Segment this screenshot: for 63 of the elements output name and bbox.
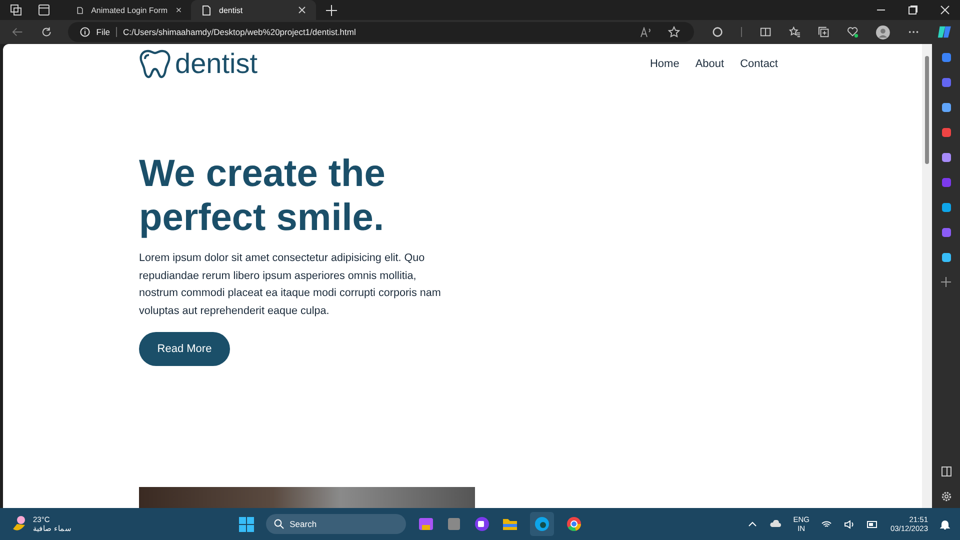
app-icon[interactable]: [446, 516, 462, 532]
url-text: C:/Users/shimaahamdy/Desktop/web%20project1/dentist.html: [122, 27, 356, 37]
sidebar-app-icon[interactable]: [940, 202, 952, 213]
scrollbar[interactable]: [922, 44, 932, 508]
tab-actions-icon[interactable]: [38, 4, 50, 16]
chat-app-icon[interactable]: [474, 516, 490, 532]
battery-icon[interactable]: [867, 520, 878, 528]
sidebar-app-icon[interactable]: [940, 127, 952, 138]
close-icon[interactable]: [176, 6, 181, 14]
read-aloud-icon[interactable]: [640, 26, 652, 38]
refresh-icon[interactable]: [41, 26, 52, 38]
collections-icon[interactable]: [818, 26, 829, 38]
sidebar-app-icon[interactable]: [940, 227, 952, 238]
close-icon[interactable]: [940, 5, 950, 15]
chrome-icon[interactable]: [566, 516, 582, 532]
tab-title: dentist: [219, 6, 244, 14]
nav-link[interactable]: Contact: [740, 58, 778, 70]
sidebar-app-icon[interactable]: [940, 102, 952, 113]
chevron-up-icon[interactable]: [748, 521, 758, 527]
split-screen-icon[interactable]: [760, 26, 771, 38]
copilot-icon[interactable]: [937, 24, 952, 40]
star-icon[interactable]: [668, 26, 680, 38]
sidebar-panel-icon[interactable]: [940, 466, 952, 477]
avatar-icon[interactable]: [876, 24, 890, 40]
app-icon[interactable]: [418, 516, 434, 532]
speaker-icon[interactable]: [844, 520, 856, 528]
page-icon: [202, 4, 211, 16]
taskbar-search[interactable]: Search: [266, 514, 406, 534]
headline: We create the perfect smile.: [139, 152, 386, 240]
cloud-icon[interactable]: [769, 520, 782, 528]
restore-icon[interactable]: [908, 5, 918, 15]
sidebar-app-icon[interactable]: [940, 77, 952, 88]
start-icon[interactable]: [238, 516, 254, 532]
new-tab-icon[interactable]: [326, 4, 337, 16]
more-icon[interactable]: [908, 30, 920, 34]
file-label: File: [96, 27, 110, 37]
tab-title: Animated Login Form: [91, 6, 168, 14]
folder-icon[interactable]: [502, 516, 518, 532]
info-icon: [80, 27, 90, 37]
address-bar[interactable]: File C:/Users/shimaahamdy/Desktop/web%20project1/dentist.html: [68, 22, 694, 42]
add-icon[interactable]: [941, 277, 951, 287]
heart-icon[interactable]: [846, 26, 858, 38]
nav-link[interactable]: About: [695, 58, 724, 70]
sidebar-app-icon[interactable]: [940, 152, 952, 163]
back-arrow-icon[interactable]: [12, 26, 24, 38]
search-icon: [274, 519, 284, 529]
settings-icon[interactable]: [940, 491, 952, 502]
page-icon: [77, 4, 84, 16]
browser-tab[interactable]: dentist: [191, 0, 316, 20]
sidebar-app-icon[interactable]: [940, 52, 952, 63]
wifi-icon[interactable]: [821, 520, 832, 528]
tooth-icon: [139, 49, 171, 79]
browser-icon[interactable]: [530, 512, 554, 536]
read-more-button[interactable]: Read More: [139, 332, 230, 366]
browser-tab[interactable]: Animated Login Form: [66, 0, 191, 20]
favorites-icon[interactable]: [788, 26, 800, 38]
close-icon[interactable]: [298, 6, 306, 14]
sidebar-app-icon[interactable]: [940, 252, 952, 263]
logo-text: dentist: [175, 48, 258, 80]
nav-link[interactable]: Home: [650, 58, 680, 70]
bell-icon[interactable]: [940, 518, 950, 530]
workspaces-icon[interactable]: [10, 4, 22, 16]
intro-paragraph: Lorem ipsum dolor sit amet consectetur adipisicing elit. Quo repudiandae rerum libero ipsum asperiores omnis mollitia, nostrum commodi placeat ea itaque modi corrupti corporis nam voluptas aut reprehenderit eaque culpa.: [139, 251, 442, 320]
